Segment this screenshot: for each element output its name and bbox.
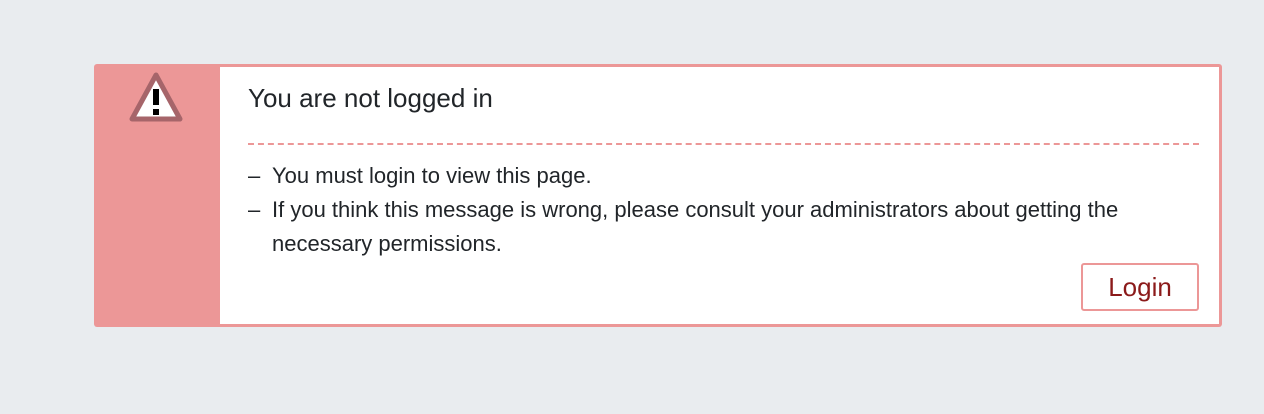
dashed-divider (248, 143, 1199, 145)
alert-body: You are not logged in – You must login t… (220, 67, 1219, 324)
list-item: – You must login to view this page. (248, 159, 1199, 193)
login-button[interactable]: Login (1081, 263, 1199, 311)
alert-icon-panel (94, 64, 220, 327)
not-logged-in-alert: You are not logged in – You must login t… (94, 64, 1222, 327)
warning-triangle-icon (129, 72, 183, 122)
message-text: You must login to view this page. (272, 163, 592, 188)
list-bullet: – (248, 163, 261, 188)
message-text: If you think this message is wrong, plea… (272, 197, 1119, 256)
message-list: – You must login to view this page. – If… (248, 159, 1199, 261)
list-bullet: – (248, 197, 261, 222)
list-item: – If you think this message is wrong, pl… (248, 193, 1199, 261)
alert-title: You are not logged in (248, 83, 493, 113)
